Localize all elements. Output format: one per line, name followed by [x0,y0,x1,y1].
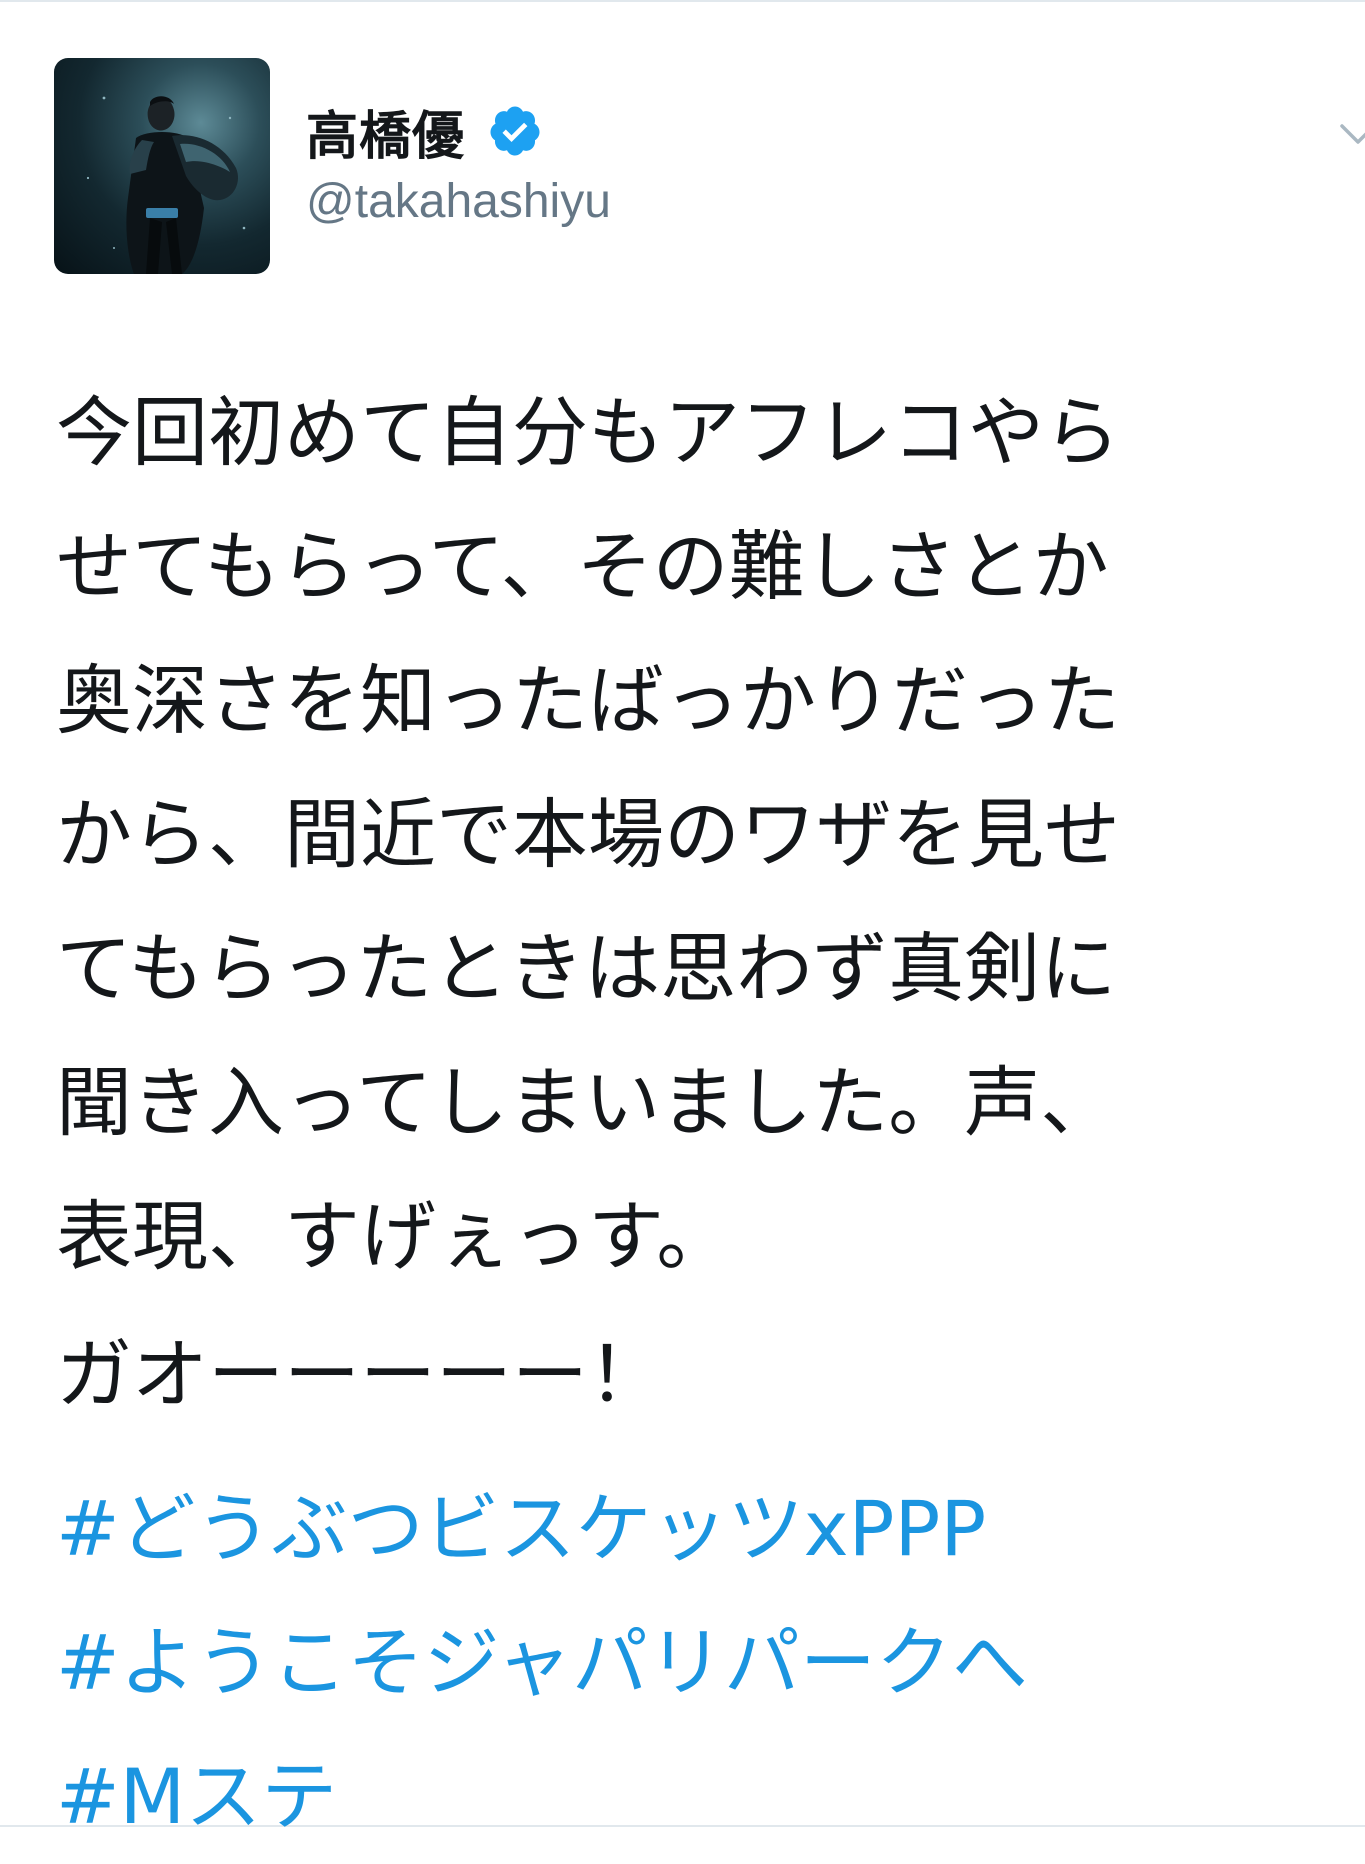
chevron-down-icon[interactable] [1338,114,1365,154]
user-handle[interactable]: @takahashiyu [306,174,611,229]
avatar-image [86,96,246,274]
tweet-shout-line: ガオーーーーー！ [56,1330,664,1419]
tweet-card: 高橋優 @takahashiyu 今回初めて自分もアフレコやら せてもらって、そ… [0,0,1365,1841]
tweet-text-line: から、間近で本場のワザを見せ [56,790,1120,879]
tweet-text: 今回初めて自分もアフレコやら せてもらって、その難しさとか 奥深さを知ったばっか… [56,366,1356,1304]
hashtag-link[interactable]: #ようこそジャパリパークへ [56,1596,1028,1730]
tweet-text-line: せてもらって、その難しさとか [56,522,1109,611]
display-name[interactable]: 高橋優 [306,94,465,169]
tweet-text-line: 今回初めて自分もアフレコやら [56,388,1120,477]
author-row: 高橋優 [306,94,543,169]
tweet-text-line: 聞き入ってしまいました。声、 [56,1058,1117,1147]
avatar[interactable] [54,58,270,274]
tweet-text-line: てもらったときは思わず真剣に [56,924,1117,1013]
hashtag-list: #どうぶつビスケッツxPPP #ようこそジャパリパークへ #Mステ [56,1462,1028,1864]
hashtag-link[interactable]: #Mステ [56,1730,1028,1864]
hashtag-link[interactable]: #どうぶつビスケッツxPPP [56,1462,1028,1596]
tweet-text-line: 表現、すげぇっす。 [56,1192,733,1281]
tweet-text-line: 奥深さを知ったばっかりだった [56,656,1120,745]
verified-badge-icon [487,103,543,159]
